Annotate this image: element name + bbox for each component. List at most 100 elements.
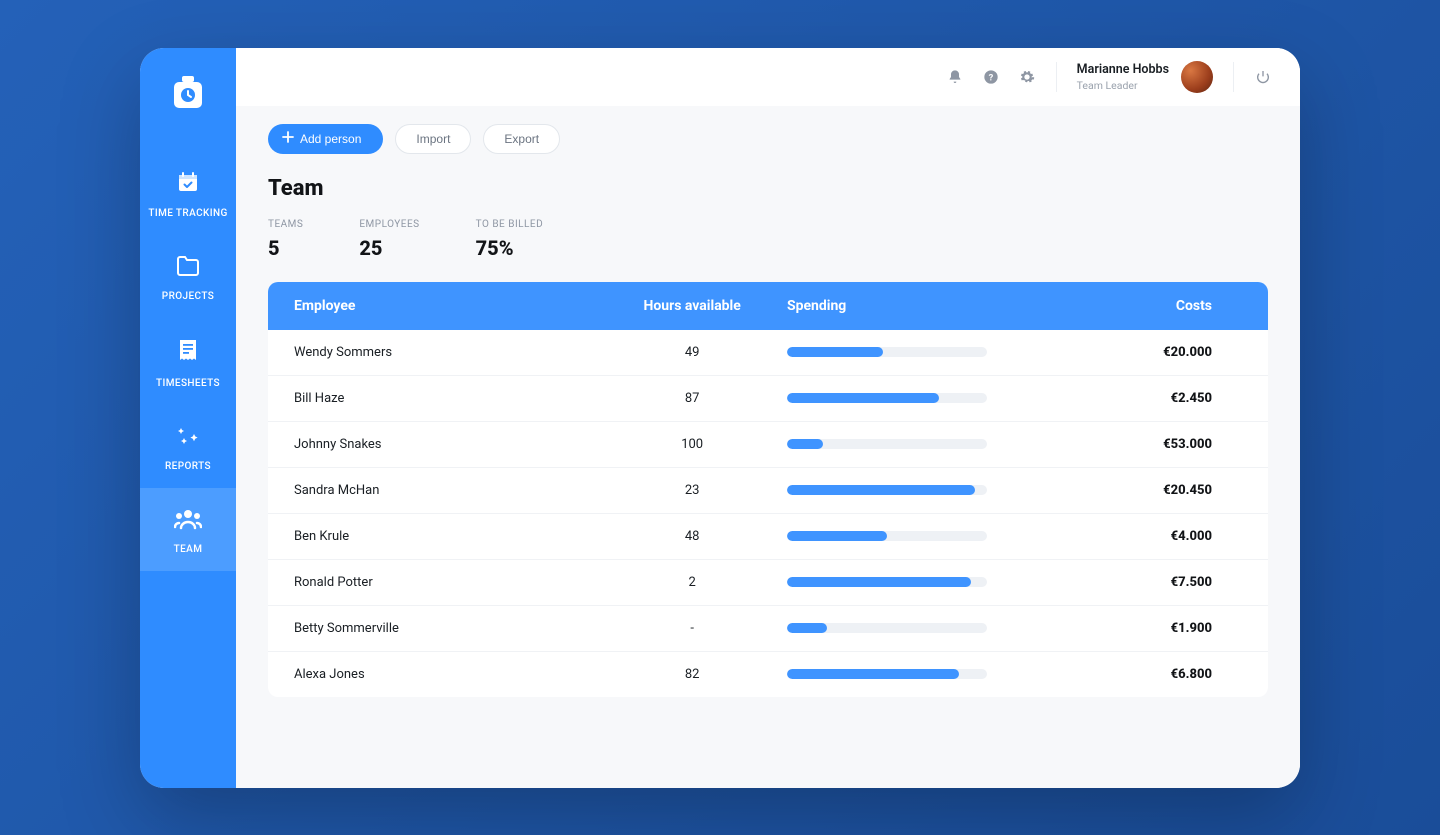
power-icon[interactable] — [1254, 68, 1272, 86]
export-button[interactable]: Export — [483, 124, 560, 154]
page-title: Team — [268, 176, 1268, 201]
sidebar-item-label: TIME TRACKING — [148, 208, 227, 219]
progress-track — [787, 393, 987, 403]
table-header: Employee Hours available Spending Costs — [268, 282, 1268, 330]
cell-cost: €1.900 — [1052, 621, 1242, 636]
user-name: Marianne Hobbs — [1077, 62, 1169, 77]
cell-spending — [787, 439, 1052, 449]
table-row[interactable]: Alexa Jones82 €6.800 — [268, 652, 1268, 697]
cell-hours: 2 — [597, 575, 787, 590]
kpi-label: EMPLOYEES — [359, 219, 419, 230]
svg-text:?: ? — [988, 72, 993, 83]
cell-cost: €7.500 — [1052, 575, 1242, 590]
progress-fill — [787, 669, 959, 679]
cell-spending — [787, 531, 1052, 541]
cell-employee-name: Betty Sommerville — [294, 621, 597, 636]
calendar-check-icon — [176, 170, 200, 208]
progress-fill — [787, 347, 883, 357]
table-row[interactable]: Bill Haze87 €2.450 — [268, 376, 1268, 422]
cell-cost: €6.800 — [1052, 667, 1242, 682]
kpi-label: TEAMS — [268, 219, 303, 230]
kpi-value: 75% — [476, 236, 544, 260]
cell-employee-name: Ronald Potter — [294, 575, 597, 590]
cell-spending — [787, 393, 1052, 403]
bell-icon[interactable] — [946, 68, 964, 86]
cell-hours: 48 — [597, 529, 787, 544]
action-row: Add person Import Export — [268, 124, 1268, 154]
sidebar-item-label: PROJECTS — [162, 291, 214, 302]
cell-employee-name: Alexa Jones — [294, 667, 597, 682]
divider — [1233, 62, 1234, 92]
cell-hours: 82 — [597, 667, 787, 682]
sparkle-icon — [176, 425, 200, 461]
table-row[interactable]: Wendy Sommers49€20.000 — [268, 330, 1268, 376]
cell-employee-name: Bill Haze — [294, 391, 597, 406]
sidebar-item-team[interactable]: TEAM — [140, 488, 236, 571]
receipt-icon — [177, 338, 199, 378]
kpi-value: 25 — [359, 236, 419, 260]
progress-track — [787, 439, 987, 449]
kpi-teams: TEAMS 5 — [268, 219, 303, 260]
table-row[interactable]: Ronald Potter2 €7.500 — [268, 560, 1268, 606]
cell-hours: 87 — [597, 391, 787, 406]
team-icon — [174, 508, 202, 544]
cell-spending — [787, 669, 1052, 679]
cell-hours: 100 — [597, 437, 787, 452]
gear-icon[interactable] — [1018, 68, 1036, 86]
folder-icon — [176, 255, 200, 291]
col-hours: Hours available — [597, 298, 787, 314]
kpi-employees: EMPLOYEES 25 — [359, 219, 419, 260]
help-icon[interactable]: ? — [982, 68, 1000, 86]
progress-fill — [787, 623, 827, 633]
user-menu[interactable]: Marianne Hobbs Team Leader — [1077, 61, 1213, 93]
sidebar-item-projects[interactable]: PROJECTS — [140, 235, 236, 318]
table-row[interactable]: Sandra McHan23€20.450 — [268, 468, 1268, 514]
cell-hours: 23 — [597, 483, 787, 498]
cell-spending — [787, 485, 1052, 495]
table-body: Wendy Sommers49€20.000Bill Haze87€2.450J… — [268, 330, 1268, 697]
cell-cost: €53.000 — [1052, 437, 1242, 452]
add-person-button[interactable]: Add person — [268, 124, 383, 154]
progress-track — [787, 531, 987, 541]
sidebar-item-timesheets[interactable]: TIMESHEETS — [140, 318, 236, 405]
kpi-label: TO BE BILLED — [476, 219, 544, 230]
cell-employee-name: Sandra McHan — [294, 483, 597, 498]
kpi-billed: TO BE BILLED 75% — [476, 219, 544, 260]
progress-fill — [787, 393, 939, 403]
progress-fill — [787, 485, 975, 495]
topbar: ? Marianne Hobbs Team Leader — [236, 48, 1300, 106]
divider — [1056, 62, 1057, 92]
app-window: TIME TRACKING PROJECTS TIMESHEETS — [140, 48, 1300, 788]
col-spending: Spending — [787, 298, 1052, 314]
sidebar-item-label: TIMESHEETS — [156, 378, 220, 389]
col-employee: Employee — [294, 298, 597, 314]
cell-cost: €20.000 — [1052, 345, 1242, 360]
cell-hours: 49 — [597, 345, 787, 360]
table-row[interactable]: Johnny Snakes100€53.000 — [268, 422, 1268, 468]
progress-fill — [787, 531, 887, 541]
sidebar-item-label: REPORTS — [165, 461, 211, 472]
progress-track — [787, 347, 987, 357]
sidebar-item-time-tracking[interactable]: TIME TRACKING — [140, 150, 236, 235]
import-button[interactable]: Import — [395, 124, 471, 154]
app-logo — [162, 66, 214, 118]
cell-cost: €4.000 — [1052, 529, 1242, 544]
sidebar-item-reports[interactable]: REPORTS — [140, 405, 236, 488]
progress-fill — [787, 439, 823, 449]
table-row[interactable]: Ben Krule48€4.000 — [268, 514, 1268, 560]
progress-track — [787, 485, 987, 495]
cell-cost: €2.450 — [1052, 391, 1242, 406]
table-row[interactable]: Betty Sommerville- €1.900 — [268, 606, 1268, 652]
col-costs: Costs — [1052, 298, 1242, 314]
kpi-row: TEAMS 5 EMPLOYEES 25 TO BE BILLED 75% — [268, 219, 1268, 260]
cell-spending — [787, 623, 1052, 633]
button-label: Import — [416, 132, 450, 146]
button-label: Add person — [300, 132, 361, 146]
cell-spending — [787, 577, 1052, 587]
cell-hours: - — [597, 621, 787, 636]
progress-track — [787, 669, 987, 679]
sidebar: TIME TRACKING PROJECTS TIMESHEETS — [140, 48, 236, 788]
kpi-value: 5 — [268, 236, 303, 260]
cell-spending — [787, 347, 1052, 357]
employee-table: Employee Hours available Spending Costs … — [268, 282, 1268, 697]
